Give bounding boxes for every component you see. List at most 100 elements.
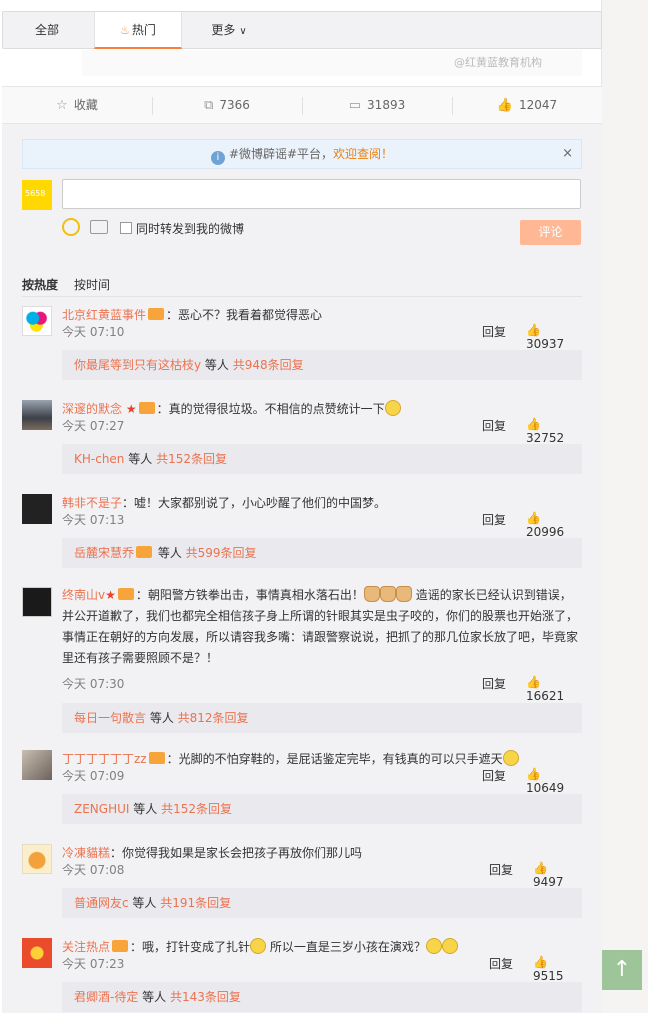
tab-all[interactable]: 全部 <box>17 12 77 49</box>
timestamp: 今天 07:23 <box>62 957 125 971</box>
comment-text: ：朝阳警方铁拳出击，事情真相水落石出！ <box>135 588 364 602</box>
thumb-up-icon: 👍 <box>526 675 541 689</box>
back-to-top-button[interactable]: ↑ <box>602 950 642 990</box>
thumb-emoji-icon <box>379 586 396 602</box>
close-icon[interactable]: × <box>562 140 573 168</box>
sub-reply-user[interactable]: ZENGHUI <box>74 802 129 816</box>
tab-hot[interactable]: ♨ 热门 <box>94 12 182 49</box>
sweat-emoji-icon <box>502 750 519 766</box>
avatar[interactable] <box>22 750 52 780</box>
avatar[interactable] <box>22 400 52 430</box>
comment-like-button[interactable]: 👍30937 <box>526 323 582 351</box>
sub-replies-bar[interactable]: 你最尾等到只有这枯枝y 等人 共948条回复 <box>62 350 582 380</box>
like-count: 16621 <box>526 689 565 703</box>
comment-text-line: 终南山v★ ：朝阳警方铁拳出击，事情真相水落石出！ 造谣的家长已经认识到错误，并公… <box>62 585 582 669</box>
image-icon[interactable] <box>90 220 108 234</box>
comment-like-button[interactable]: 👍16621 <box>526 675 582 703</box>
repost-checkbox-label: 同时转发到我的微博 <box>136 222 245 236</box>
sort-by-hot[interactable]: 按热度 <box>22 278 58 292</box>
timestamp: 今天 07:30 <box>62 677 125 691</box>
sub-replies-bar[interactable]: 岳麓宋慧乔 等人 共599条回复 <box>62 538 582 568</box>
sub-reply-mid: 等人 <box>138 990 170 1004</box>
username[interactable]: 韩非不是子 <box>62 496 122 510</box>
comment-like-button[interactable]: 👍20996 <box>526 511 582 539</box>
username[interactable]: 深邃的默念 <box>62 402 122 416</box>
username[interactable]: 冷凍貓糕 <box>62 846 110 860</box>
avatar[interactable] <box>22 938 52 968</box>
smile-emoji-icon <box>384 400 401 416</box>
like-count: 20996 <box>526 525 565 539</box>
thumb-emoji-icon <box>395 586 412 602</box>
reply-button[interactable]: 回复 <box>482 675 506 692</box>
vip-badge-icon <box>136 546 153 558</box>
comment-like-button[interactable]: 👍9515 <box>533 955 582 983</box>
sub-reply-user[interactable]: KH-chen <box>74 452 124 466</box>
notice-text: #微博辟谣#平台， <box>228 147 334 161</box>
comment-area: i #微博辟谣#平台，欢迎查阅！ × 5658 同时转发到我的微博 评论 按热度按… <box>2 124 602 1013</box>
favorite-button[interactable]: ☆ 收藏 <box>2 87 152 124</box>
sub-reply-count[interactable]: 共152条回复 <box>161 802 232 816</box>
tab-more-label: 更多 <box>211 23 236 37</box>
thumb-emoji-icon <box>363 586 380 602</box>
comment-icon: ▭ <box>348 98 362 113</box>
doubt-emoji-icon <box>441 938 458 954</box>
like-button[interactable]: 👍 12047 <box>452 87 602 124</box>
reply-button[interactable]: 回复 <box>489 861 513 878</box>
avatar[interactable] <box>22 844 52 874</box>
reply-button[interactable]: 回复 <box>482 323 506 340</box>
sub-reply-count[interactable]: 共143条回复 <box>170 990 241 1004</box>
reply-button[interactable]: 回复 <box>482 417 506 434</box>
repost-count: 7366 <box>219 98 250 112</box>
comment-text: ：你觉得我如果是家长会把孩子再放你们那儿吗 <box>110 846 363 860</box>
reply-button[interactable]: 回复 <box>482 767 506 784</box>
username[interactable]: 关注热点 <box>62 940 110 954</box>
sub-replies-bar[interactable]: KH-chen 等人 共152条回复 <box>62 444 582 474</box>
comment-button[interactable]: ▭ 31893 <box>302 87 452 124</box>
vip-badge-icon <box>138 402 155 414</box>
sub-reply-user[interactable]: 普通网友c <box>74 896 129 910</box>
avatar[interactable] <box>22 587 52 617</box>
sub-reply-user[interactable]: 岳麓宋慧乔 <box>74 546 134 560</box>
tab-more[interactable]: 更多 ∨ <box>199 12 259 49</box>
info-icon: i <box>210 151 225 165</box>
sub-reply-mid: 等人 <box>129 802 162 816</box>
comment-like-button[interactable]: 👍9497 <box>533 861 582 889</box>
sub-reply-count[interactable]: 共152条回复 <box>156 452 227 466</box>
sub-reply-count[interactable]: 共948条回复 <box>233 358 304 372</box>
reply-button[interactable]: 回复 <box>489 955 513 972</box>
username[interactable]: 北京红黄蓝事件 <box>62 308 146 322</box>
tab-bar: 全部 ♨ 热门 更多 ∨ <box>2 11 602 49</box>
username[interactable]: 丁丁丁丁丁丁zz <box>62 752 147 766</box>
comment-count: 31893 <box>367 98 406 112</box>
composer-tools: 同时转发到我的微博 <box>62 218 362 238</box>
emoji-icon[interactable] <box>62 218 80 236</box>
sub-replies-bar[interactable]: ZENGHUI 等人 共152条回复 <box>62 794 582 824</box>
comment-like-button[interactable]: 👍32752 <box>526 417 582 445</box>
timestamp: 今天 07:09 <box>62 769 125 783</box>
sort-by-time[interactable]: 按时间 <box>74 278 110 292</box>
reply-button[interactable]: 回复 <box>482 511 506 528</box>
sub-reply-count[interactable]: 共599条回复 <box>186 546 257 560</box>
like-count: 10649 <box>526 781 565 795</box>
divider <box>22 296 582 297</box>
thumb-up-icon: 👍 <box>526 417 541 431</box>
sub-reply-count[interactable]: 共812条回复 <box>178 711 249 725</box>
comment-like-button[interactable]: 👍10649 <box>526 767 582 795</box>
avatar[interactable] <box>22 494 52 524</box>
sub-replies-bar[interactable]: 每日一句散言 等人 共812条回复 <box>62 703 582 733</box>
sub-replies-bar[interactable]: 君卿酒-待定 等人 共143条回复 <box>62 982 582 1012</box>
sub-reply-user[interactable]: 每日一句散言 <box>74 711 146 725</box>
comment-input[interactable] <box>62 179 581 209</box>
sub-reply-count[interactable]: 共191条回复 <box>160 896 231 910</box>
repost-checkbox[interactable] <box>120 222 132 234</box>
notice-link[interactable]: 欢迎查阅！ <box>333 147 393 161</box>
sub-replies-bar[interactable]: 普通网友c 等人 共191条回复 <box>62 888 582 918</box>
submit-comment-button[interactable]: 评论 <box>520 220 581 245</box>
sub-reply-mid: 等人 <box>201 358 233 372</box>
avatar[interactable] <box>22 306 52 336</box>
sub-reply-user[interactable]: 你最尾等到只有这枯枝y <box>74 358 201 372</box>
repost-button[interactable]: ⧉ 7366 <box>152 87 302 124</box>
tab-hot-label: 热门 <box>131 23 156 37</box>
username[interactable]: 终南山v <box>62 588 105 602</box>
sub-reply-user[interactable]: 君卿酒-待定 <box>74 990 138 1004</box>
